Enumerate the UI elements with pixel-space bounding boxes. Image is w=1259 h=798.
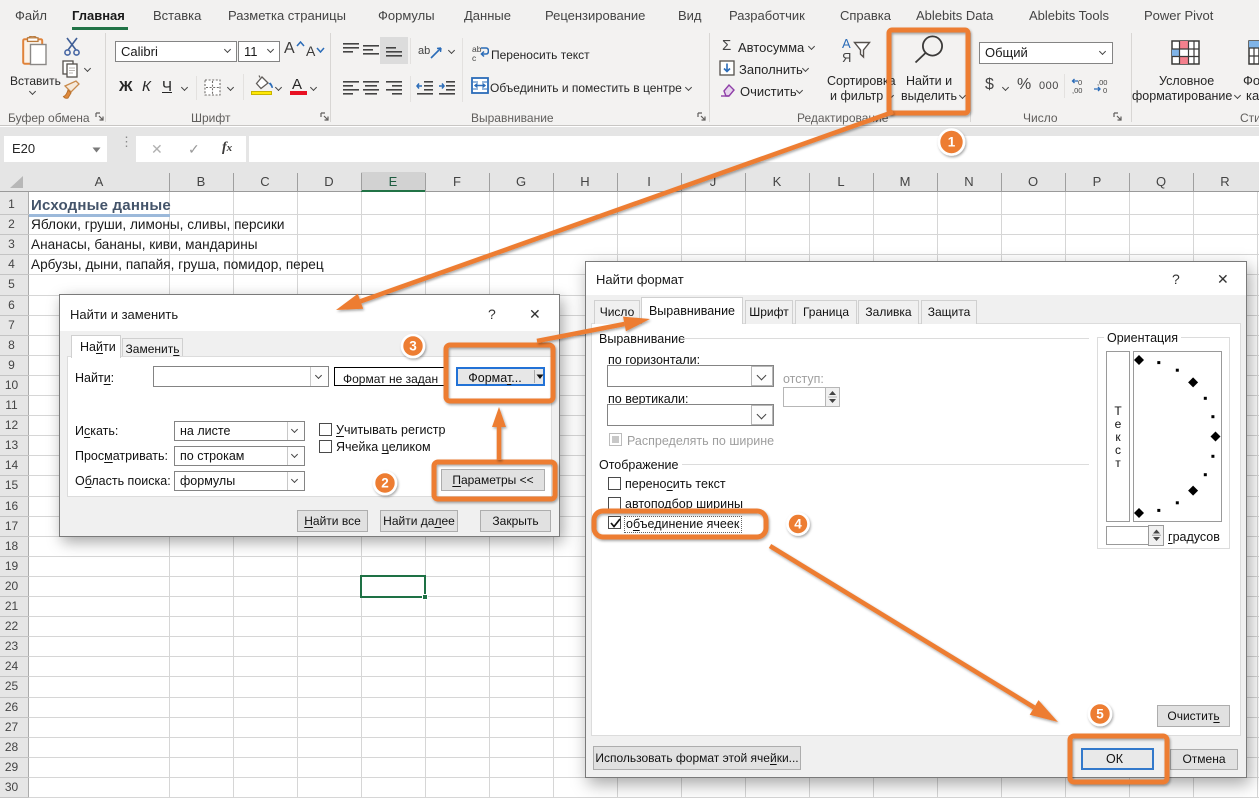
- svg-text:А: А: [842, 36, 851, 51]
- svg-text:0: 0: [1103, 86, 1107, 95]
- svg-text:ab: ab: [418, 45, 430, 57]
- svg-text:c: c: [472, 53, 477, 62]
- svg-text:Я: Я: [842, 50, 851, 63]
- svg-text:,00: ,00: [1072, 86, 1082, 95]
